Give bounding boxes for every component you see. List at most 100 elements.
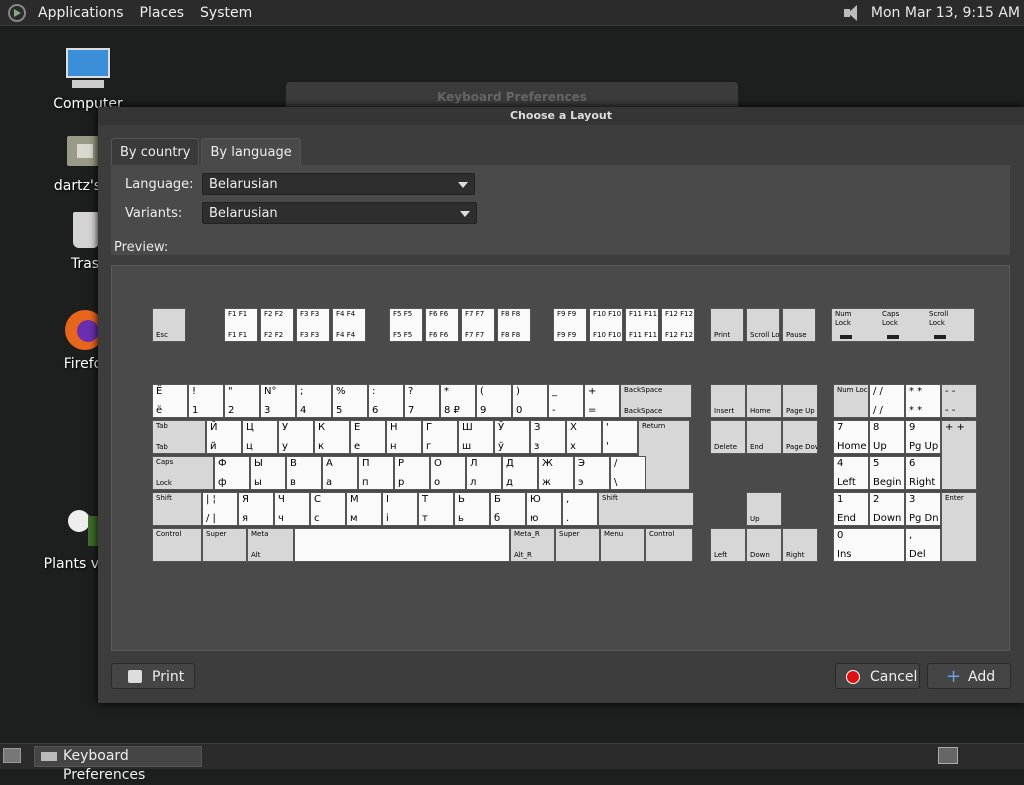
keyboard-key: Super — [202, 528, 247, 562]
keyboard-key: ) 0 — [512, 384, 548, 418]
taskbar-button-keyboard-preferences[interactable]: Keyboard Preferences — [34, 746, 202, 783]
key-label: " — [228, 386, 233, 397]
keyboard-key: | ¦ / | — [202, 492, 238, 526]
keyboard-key: ! 1 — [188, 384, 224, 418]
keyboard-key: Enter — [941, 492, 977, 562]
keyboard-key: * * * * — [905, 384, 941, 418]
key-label: F10 F10 — [593, 331, 622, 339]
key-label: т — [422, 513, 428, 524]
key-label: Del — [909, 549, 926, 560]
keyboard-key: F8 F8 F8 F8 — [497, 308, 531, 342]
key-label: Я — [242, 494, 249, 505]
language-value: Belarusian — [209, 177, 278, 192]
keyboard-key: 4 Left — [833, 456, 869, 490]
key-label: Ў — [498, 422, 505, 433]
key-label: у — [282, 441, 288, 452]
key-label: н — [390, 441, 397, 452]
key-label: Л — [470, 458, 478, 469]
distro-logo-icon[interactable] — [8, 3, 26, 22]
key-label: F6 F6 — [429, 310, 449, 318]
printer-icon — [128, 670, 142, 683]
key-label: б — [494, 513, 501, 524]
keyboard-key: Оо — [430, 456, 466, 490]
key-label: Shift — [602, 494, 618, 502]
key-label: Н — [390, 422, 398, 433]
keyboard-key: F1 F1 F1 F1 — [224, 308, 258, 342]
keyboard-key — [294, 528, 510, 562]
key-label: , — [909, 530, 913, 541]
lock-indicator-panel: Num Lock Caps Lock Scroll Lock — [831, 308, 975, 342]
key-label: Ь — [458, 494, 465, 505]
print-button[interactable]: Print — [111, 663, 195, 689]
key-label: Д — [506, 458, 514, 469]
key-label: F3 F3 — [300, 310, 320, 318]
workspace-switcher-icon[interactable] — [938, 747, 958, 764]
key-label: 1 — [192, 405, 199, 416]
language-combo[interactable]: Belarusian — [202, 173, 475, 195]
key-label: N° — [264, 386, 277, 397]
key-label: я — [242, 513, 249, 524]
keyboard-key: Print — [710, 308, 744, 342]
key-label: F1 F1 — [228, 310, 248, 318]
menu-system[interactable]: System — [192, 5, 260, 21]
key-label: У — [282, 422, 289, 433]
keyboard-key: Ьь — [454, 492, 490, 526]
key-label: Control — [649, 530, 675, 538]
key-label: 7 — [837, 422, 844, 433]
key-label: End — [837, 513, 857, 524]
key-label: Ф — [218, 458, 227, 469]
key-label: р — [398, 477, 405, 488]
tab-by-country[interactable]: By country — [111, 138, 200, 166]
key-label: л — [470, 477, 477, 488]
key-label: Ins — [837, 549, 852, 560]
key-label: Б — [494, 494, 501, 505]
variants-combo[interactable]: Belarusian — [202, 202, 477, 224]
key-label: ) — [516, 386, 520, 397]
key-label: F10 F10 — [593, 310, 622, 318]
key-label: F12 F12 — [665, 331, 694, 339]
key-label: Lock — [156, 479, 172, 487]
key-label: Up — [873, 441, 887, 452]
key-label: с — [314, 513, 320, 524]
key-label: д — [506, 477, 513, 488]
key-label: 4 — [300, 405, 307, 416]
menu-places[interactable]: Places — [132, 5, 193, 21]
key-label: 5 — [873, 458, 880, 469]
cancel-button[interactable]: Cancel — [835, 663, 920, 689]
keyboard-key: Лл — [466, 456, 502, 490]
key-label: 8 ₽ — [444, 405, 460, 416]
keyboard-key: Down — [746, 528, 782, 562]
keyboard-key: Control — [152, 528, 202, 562]
show-desktop-icon[interactable] — [3, 748, 21, 763]
keyboard-preview: Esc F1 F1 F1 F1 F2 F2 F2 F2 F3 F3 F3 F3 F4 F4 F4… — [111, 265, 1010, 651]
keyboard-key: - - - - — [941, 384, 977, 418]
volume-icon[interactable] — [841, 3, 863, 23]
add-button[interactable]: + Add — [927, 663, 1011, 689]
key-label: 8 — [873, 422, 880, 433]
clock[interactable]: Mon Mar 13, 9:15 AM — [871, 5, 1020, 21]
key-label: 1 — [837, 494, 844, 505]
choose-layout-dialog: Choose a Layout By country By language L… — [98, 107, 1024, 703]
key-label: ! — [192, 386, 197, 397]
key-label: А — [326, 458, 333, 469]
menu-applications[interactable]: Applications — [30, 5, 132, 21]
keyboard-key: Іі — [382, 492, 418, 526]
key-label: * * — [909, 386, 923, 397]
keyboard-key: ,. — [562, 492, 598, 526]
keyboard-key: F11 F11 F11 F11 — [625, 308, 659, 342]
key-label: Print — [714, 331, 731, 339]
key-label: % — [336, 386, 346, 397]
tab-by-language[interactable]: By language — [201, 138, 301, 166]
keyboard-key: Menu — [600, 528, 645, 562]
key-label: : — [372, 386, 376, 397]
key-label: - - — [945, 405, 956, 416]
keyboard-key: Ёё — [152, 384, 188, 418]
keyboard-key: F6 F6 F6 F6 — [425, 308, 459, 342]
key-label: Ю — [530, 494, 541, 505]
key-label: Ж — [542, 458, 553, 469]
keyboard-key: Рр — [394, 456, 430, 490]
key-label: Ц — [246, 422, 254, 433]
desktop-icon-computer[interactable]: Computer — [33, 46, 143, 112]
keyboard-key: ' ' — [602, 420, 638, 454]
key-label: Г — [426, 422, 433, 433]
